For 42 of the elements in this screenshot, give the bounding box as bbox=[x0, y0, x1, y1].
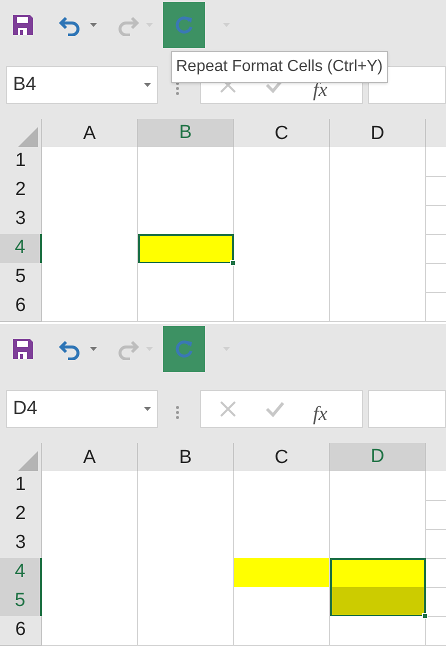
row-header[interactable]: 6 bbox=[0, 616, 42, 646]
row-header[interactable]: 5 bbox=[0, 263, 42, 292]
grip-icon bbox=[176, 406, 179, 419]
row-header[interactable]: 1 bbox=[0, 471, 42, 500]
row-header[interactable]: 2 bbox=[0, 176, 42, 206]
row-header[interactable]: 3 bbox=[0, 205, 42, 234]
row-header[interactable]: 3 bbox=[0, 529, 42, 558]
insert-function-button[interactable]: fx bbox=[313, 404, 328, 424]
name-box-caret[interactable] bbox=[144, 407, 151, 411]
column-header[interactable]: D bbox=[330, 443, 426, 474]
tooltip: Repeat Format Cells (Ctrl+Y) bbox=[171, 51, 388, 83]
name-box[interactable]: B4 bbox=[6, 66, 158, 104]
row-header[interactable]: 5 bbox=[0, 587, 42, 616]
enter-icon[interactable] bbox=[265, 400, 285, 418]
name-box-value: B4 bbox=[13, 72, 36, 97]
cancel-icon[interactable] bbox=[219, 400, 237, 418]
repeat-icon bbox=[174, 15, 194, 35]
save-icon[interactable] bbox=[12, 14, 34, 36]
column-header[interactable]: B bbox=[138, 119, 234, 150]
row-header[interactable]: 4 bbox=[0, 558, 42, 588]
row-header[interactable]: 2 bbox=[0, 500, 42, 530]
formula-input[interactable] bbox=[368, 390, 446, 428]
name-box-value: D4 bbox=[13, 396, 38, 421]
name-box[interactable]: D4 bbox=[6, 390, 158, 428]
cell[interactable] bbox=[330, 558, 426, 588]
save-icon[interactable] bbox=[12, 338, 34, 360]
name-box-caret[interactable] bbox=[144, 83, 151, 87]
row-header[interactable]: 1 bbox=[0, 147, 42, 176]
undo-dropdown-caret[interactable] bbox=[90, 23, 97, 27]
fill-handle[interactable] bbox=[230, 260, 236, 266]
select-all-corner[interactable] bbox=[18, 126, 38, 146]
select-all-corner[interactable] bbox=[18, 450, 38, 470]
repeat-button[interactable] bbox=[163, 326, 205, 372]
grip-icon bbox=[176, 82, 179, 95]
row-header[interactable]: 6 bbox=[0, 292, 42, 322]
fill-handle[interactable] bbox=[422, 612, 428, 618]
repeat-button[interactable] bbox=[163, 2, 205, 48]
undo-dropdown-caret[interactable] bbox=[90, 347, 97, 351]
cell[interactable] bbox=[330, 587, 426, 616]
row-header[interactable]: 4 bbox=[0, 234, 42, 264]
cell[interactable] bbox=[138, 234, 234, 264]
repeat-icon bbox=[174, 339, 194, 359]
